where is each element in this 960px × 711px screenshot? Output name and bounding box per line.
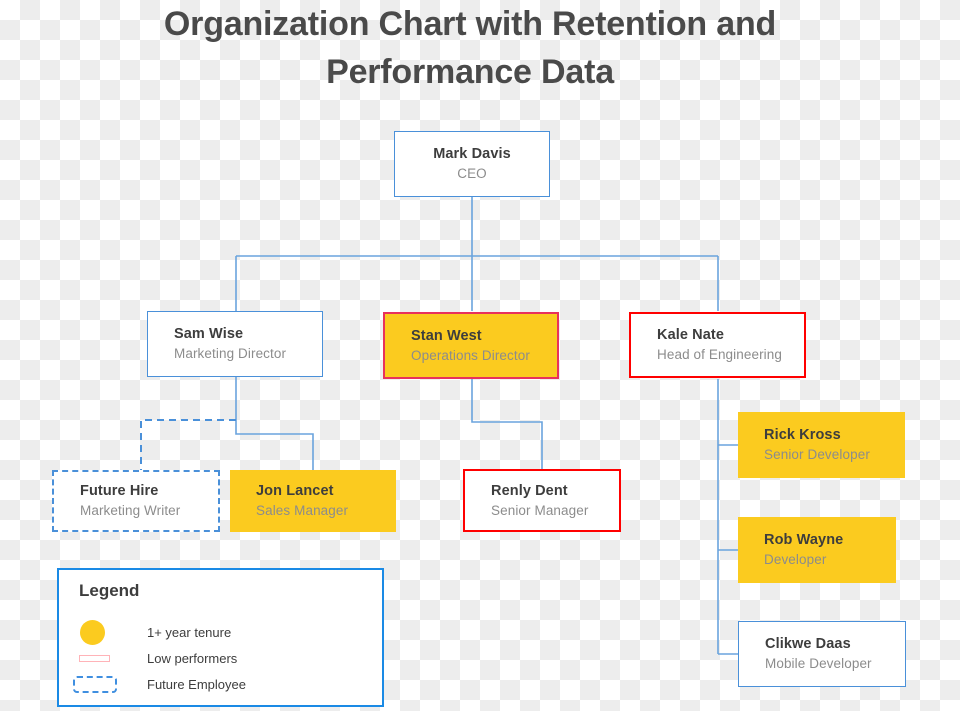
yellow-circle-icon [79,620,147,645]
node-name: Rick Kross [764,427,841,443]
org-chart-canvas: Organization Chart with Retention and Pe… [0,0,960,711]
legend-item-label: Future Employee [147,677,246,692]
node-role: Mobile Developer [765,656,872,671]
node-name: Clikwe Daas [765,636,851,652]
node-head-of-engineering[interactable]: Kale Nate Head of Engineering [629,312,806,378]
node-role: Developer [764,552,827,567]
node-senior-developer[interactable]: Rick Kross Senior Developer [738,412,905,478]
node-role: CEO [457,166,487,181]
node-name: Sam Wise [174,326,244,342]
node-marketing-director[interactable]: Sam Wise Marketing Director [147,311,323,377]
node-future-hire[interactable]: Future Hire Marketing Writer [52,470,220,532]
legend-item-low-performers: Low performers [79,651,237,666]
node-name: Kale Nate [657,327,724,343]
node-name: Stan West [411,327,482,344]
legend-item-label: Low performers [147,651,238,666]
node-mobile-developer[interactable]: Clikwe Daas Mobile Developer [738,621,906,687]
node-role: Marketing Director [174,346,287,361]
legend-panel: Legend 1+ year tenure Low performers Fut… [57,568,384,707]
node-role: Operations Director [411,347,530,363]
node-role: Head of Engineering [657,347,782,362]
node-name: Rob Wayne [764,532,844,548]
legend-item-future-employee: Future Employee [73,676,246,693]
node-ceo[interactable]: Mark Davis CEO [394,131,550,197]
dashed-rectangle-icon [73,676,147,693]
node-name: Renly Dent [491,482,568,499]
legend-item-tenure: 1+ year tenure [79,620,231,645]
node-senior-manager[interactable]: Renly Dent Senior Manager [463,469,621,532]
pink-rectangle-icon [79,655,147,662]
node-role: Senior Developer [764,447,870,462]
node-operations-director[interactable]: Stan West Operations Director [383,312,559,379]
legend-item-label: 1+ year tenure [147,625,232,640]
node-role: Senior Manager [491,502,589,518]
node-sales-manager[interactable]: Jon Lancet Sales Manager [230,470,396,532]
node-role: Marketing Writer [80,503,181,518]
node-developer[interactable]: Rob Wayne Developer [738,517,896,583]
legend-title: Legend [79,581,140,600]
node-name: Future Hire [80,483,159,499]
node-name: Mark Davis [433,146,511,162]
node-name: Jon Lancet [256,483,334,499]
node-role: Sales Manager [256,503,349,518]
